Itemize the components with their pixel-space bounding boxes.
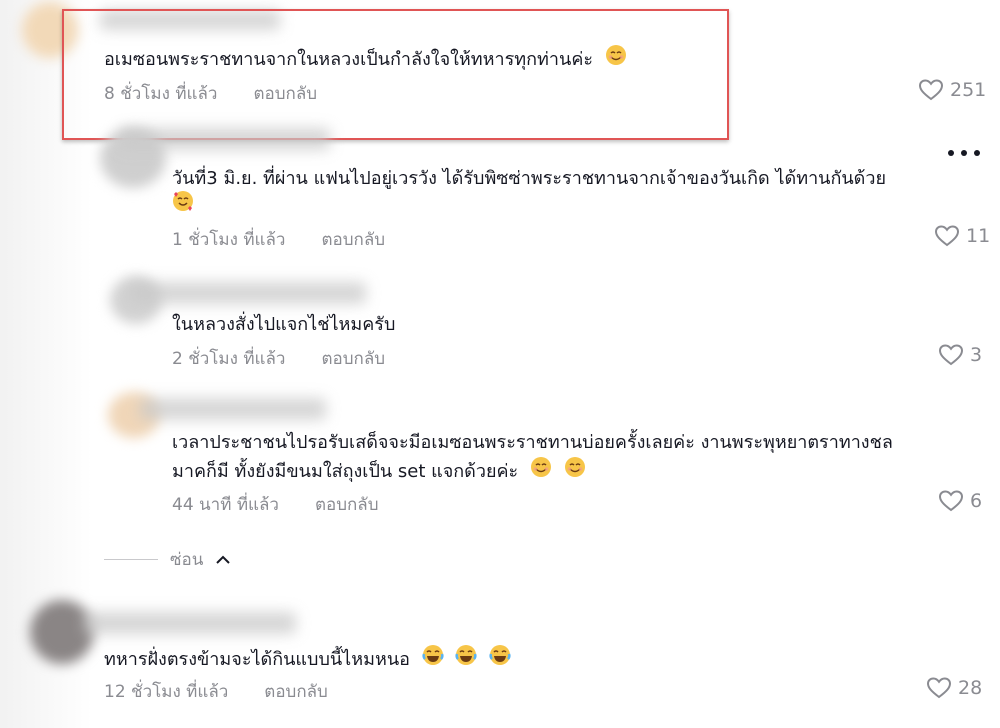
comment-text-line1: เวลาประชาชนไปรอรับเสด็จจะมีอเมซอนพระราชท… (172, 432, 893, 453)
hide-label: ซ่อน (170, 550, 204, 570)
username-blurred[interactable] (84, 612, 296, 634)
like-button[interactable]: 6 (938, 489, 982, 513)
like-count: 251 (950, 79, 987, 101)
heart-icon (938, 344, 964, 366)
face-with-tears-of-joy-icon (455, 644, 477, 676)
comment-time: 2 ชั่วโมง ที่แล้ว (172, 349, 286, 369)
like-button[interactable]: 11 (934, 224, 990, 248)
username-blurred[interactable] (140, 398, 326, 420)
reply-button[interactable]: ตอบกลับ (264, 678, 328, 705)
like-count: 28 (958, 677, 983, 699)
heart-icon (938, 490, 964, 512)
username-blurred[interactable] (120, 128, 330, 150)
like-count: 11 (966, 225, 991, 247)
comment-text: วันที่3 มิ.ย. ที่ผ่าน แฟนไปอยู่เวรวัง ได… (172, 164, 886, 194)
face-with-tears-of-joy-icon (489, 644, 511, 676)
comment-meta: 44 นาที ที่แล้ว ตอบกลับ (172, 491, 379, 518)
heart-icon (918, 79, 944, 101)
comment-text-content: ในหลวงสั่งไปแจกไช่ไหมครับ (172, 314, 396, 335)
comment-time: 1 ชั่วโมง ที่แล้ว (172, 230, 286, 250)
comment-meta: 12 ชั่วโมง ที่แล้ว ตอบกลับ (104, 678, 328, 705)
smiling-face-with-hearts-icon (172, 191, 194, 217)
more-icon[interactable] (948, 148, 980, 158)
comment-text: เวลาประชาชนไปรอรับเสด็จจะมีอเมซอนพระราชท… (172, 428, 893, 458)
comment-text-content: ทหารฝั่งตรงข้ามจะได้กินแบบนี้ไหมหนอ (104, 649, 410, 670)
chevron-up-icon (216, 555, 231, 564)
comment-text-content: วันที่3 มิ.ย. ที่ผ่าน แฟนไปอยู่เวรวัง ได… (172, 168, 887, 189)
comment-text-line2: มาคก็มี ทั้งยังมีขนมใส่ถุงเป็น set แจกด้… (172, 461, 519, 482)
reply-button[interactable]: ตอบกลับ (321, 226, 385, 253)
heart-icon (934, 225, 960, 247)
like-button[interactable]: 251 (918, 78, 986, 102)
like-count: 3 (970, 344, 983, 366)
like-count: 6 (970, 490, 983, 512)
comment-text: ทหารฝั่งตรงข้ามจะได้กินแบบนี้ไหมหนอ (104, 644, 511, 676)
comment-meta: 2 ชั่วโมง ที่แล้ว ตอบกลับ (172, 345, 385, 372)
reply-button[interactable]: ตอบกลับ (321, 345, 385, 372)
comment-emoji-line (172, 190, 194, 222)
reply-button[interactable]: ตอบกลับ (315, 491, 379, 518)
comment-time: 44 นาที ที่แล้ว (172, 495, 279, 515)
comment-meta: 1 ชั่วโมง ที่แล้ว ตอบกลับ (172, 226, 385, 253)
like-button[interactable]: 28 (926, 676, 982, 700)
face-with-tears-of-joy-icon (422, 644, 444, 676)
comment-text: ในหลวงสั่งไปแจกไช่ไหมครับ (172, 310, 395, 340)
smiling-face-icon (530, 456, 552, 488)
comment-text: มาคก็มี ทั้งยังมีขนมใส่ถุงเป็น set แจกด้… (172, 456, 586, 488)
heart-icon (926, 677, 952, 699)
smiling-face-icon (564, 456, 586, 488)
divider-line (104, 559, 158, 560)
comment-time: 12 ชั่วโมง ที่แล้ว (104, 682, 229, 702)
username-blurred[interactable] (130, 282, 366, 304)
hide-replies-button[interactable]: ซ่อน (104, 546, 233, 573)
comments-panel: อเมซอนพระราชทานจากในหลวงเป็นกำลังใจให้ทห… (0, 0, 1000, 728)
like-button[interactable]: 3 (938, 343, 982, 367)
highlight-box (62, 9, 729, 140)
